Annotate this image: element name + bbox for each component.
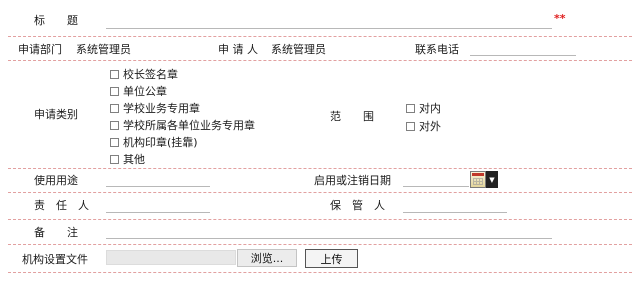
custodian-input[interactable] (403, 212, 507, 213)
date-picker-button[interactable]: ▼ (470, 171, 498, 188)
date-input[interactable] (403, 186, 469, 187)
category-option[interactable]: 单位公章 (110, 83, 167, 99)
scope-option-label: 对外 (419, 120, 441, 133)
scope-option[interactable]: 对外 (406, 118, 441, 134)
file-label: 机构设置文件 (22, 253, 88, 266)
calendar-icon (470, 171, 486, 188)
title-required-mark: ** (554, 12, 566, 25)
checkbox[interactable] (406, 121, 415, 131)
date-label: 启用或注销日期 (314, 174, 391, 187)
applicant-value: 系统管理员 (271, 43, 326, 56)
separator (8, 60, 632, 61)
checkbox[interactable] (110, 137, 119, 147)
category-option[interactable]: 学校所属各单位业务专用章 (110, 117, 255, 133)
usage-input[interactable] (106, 186, 210, 187)
applicant-label: 申 请 人 (218, 43, 258, 56)
usage-label: 使用用途 (34, 174, 78, 187)
category-option[interactable]: 校长签名章 (110, 66, 178, 82)
scope-option-label: 对内 (419, 102, 441, 115)
category-option-label: 学校业务专用章 (123, 102, 200, 115)
custodian-label: 保 管 人 (330, 199, 385, 212)
scope-label: 范 围 (330, 110, 374, 123)
category-option-label: 校长签名章 (123, 68, 178, 81)
browse-button[interactable]: 浏览... (237, 249, 297, 267)
separator (8, 168, 632, 169)
checkbox[interactable] (406, 103, 415, 113)
checkbox[interactable] (110, 86, 119, 96)
separator (8, 219, 632, 220)
phone-label: 联系电话 (415, 43, 459, 56)
category-option[interactable]: 学校业务专用章 (110, 100, 200, 116)
category-label: 申请类别 (34, 108, 78, 121)
category-option-label: 机构印章(挂靠) (123, 136, 198, 149)
category-option[interactable]: 其他 (110, 151, 145, 167)
category-option[interactable]: 机构印章(挂靠) (110, 134, 198, 150)
title-input[interactable] (106, 28, 552, 29)
checkbox[interactable] (110, 103, 119, 113)
separator (8, 244, 632, 245)
file-path-input[interactable] (106, 250, 236, 265)
phone-input[interactable] (470, 55, 576, 56)
checkbox[interactable] (110, 120, 119, 130)
remarks-label: 备 注 (34, 226, 78, 239)
separator (8, 36, 632, 37)
separator (8, 192, 632, 193)
responsible-input[interactable] (106, 212, 210, 213)
separator (8, 272, 632, 273)
category-option-label: 学校所属各单位业务专用章 (123, 119, 255, 132)
scope-option[interactable]: 对内 (406, 100, 441, 116)
upload-button[interactable]: 上传 (305, 249, 358, 268)
category-option-label: 单位公章 (123, 85, 167, 98)
title-label: 标 题 (34, 14, 78, 27)
checkbox[interactable] (110, 69, 119, 79)
checkbox[interactable] (110, 154, 119, 164)
department-label: 申请部门 (18, 43, 62, 56)
category-option-label: 其他 (123, 153, 145, 166)
responsible-label: 责 任 人 (34, 199, 89, 212)
chevron-down-icon: ▼ (486, 171, 498, 188)
department-value: 系统管理员 (76, 43, 131, 56)
remarks-input[interactable] (106, 238, 552, 239)
